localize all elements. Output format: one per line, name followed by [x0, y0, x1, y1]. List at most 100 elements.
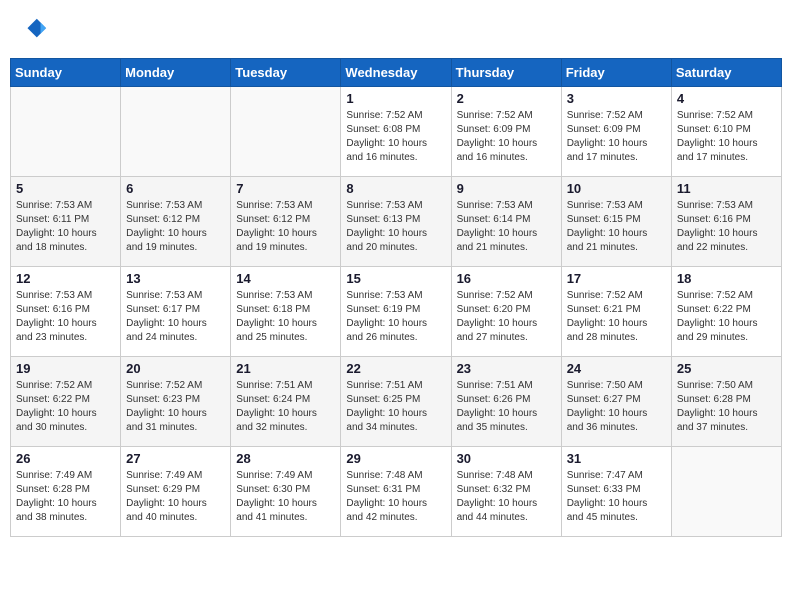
- day-number: 17: [567, 271, 666, 286]
- day-info: Sunrise: 7:53 AMSunset: 6:17 PMDaylight:…: [126, 289, 225, 345]
- day-cell-23: 23 Sunrise: 7:51 AMSunset: 6:26 PMDayligh…: [451, 357, 561, 447]
- day-info: Sunrise: 7:50 AMSunset: 6:27 PMDaylight:…: [567, 379, 666, 435]
- day-cell-25: 25 Sunrise: 7:50 AMSunset: 6:28 PMDayligh…: [671, 357, 781, 447]
- day-info: Sunrise: 7:53 AMSunset: 6:11 PMDaylight:…: [16, 199, 115, 255]
- day-number: 24: [567, 361, 666, 376]
- day-info: Sunrise: 7:52 AMSunset: 6:09 PMDaylight:…: [567, 109, 666, 165]
- day-cell-11: 11 Sunrise: 7:53 AMSunset: 6:16 PMDayligh…: [671, 177, 781, 267]
- day-number: 12: [16, 271, 115, 286]
- day-header-monday: Monday: [121, 59, 231, 87]
- day-number: 9: [457, 181, 556, 196]
- day-header-sunday: Sunday: [11, 59, 121, 87]
- day-info: Sunrise: 7:52 AMSunset: 6:20 PMDaylight:…: [457, 289, 556, 345]
- day-cell-20: 20Sunrise: 7:52 AMSunset: 6:23 PMDayligh…: [121, 357, 231, 447]
- day-cell-26: 26 Sunrise: 7:49 AMSunset: 6:28 PMDayligh…: [11, 447, 121, 537]
- day-number: 26: [16, 451, 115, 466]
- day-info: Sunrise: 7:51 AMSunset: 6:26 PMDaylight:…: [457, 379, 556, 435]
- day-cell-2: 2Sunrise: 7:52 AMSunset: 6:09 PMDaylight…: [451, 87, 561, 177]
- day-cell-19: 19 Sunrise: 7:52 AMSunset: 6:22 PMDayligh…: [11, 357, 121, 447]
- day-number: 16: [457, 271, 556, 286]
- day-number: 22: [346, 361, 445, 376]
- empty-cell: [231, 87, 341, 177]
- day-info: Sunrise: 7:53 AMSunset: 6:12 PMDaylight:…: [236, 199, 335, 255]
- day-cell-1: 1Sunrise: 7:52 AMSunset: 6:08 PMDaylight…: [341, 87, 451, 177]
- day-number: 28: [236, 451, 335, 466]
- day-info: Sunrise: 7:53 AMSunset: 6:18 PMDaylight:…: [236, 289, 335, 345]
- day-cell-18: 18 Sunrise: 7:52 AMSunset: 6:22 PMDayligh…: [671, 267, 781, 357]
- day-cell-8: 8 Sunrise: 7:53 AMSunset: 6:13 PMDaylight…: [341, 177, 451, 267]
- day-info: Sunrise: 7:52 AMSunset: 6:08 PMDaylight:…: [346, 109, 445, 165]
- day-info: Sunrise: 7:49 AMSunset: 6:30 PMDaylight:…: [236, 469, 335, 525]
- day-number: 14: [236, 271, 335, 286]
- day-number: 18: [677, 271, 776, 286]
- day-number: 29: [346, 451, 445, 466]
- day-header-thursday: Thursday: [451, 59, 561, 87]
- day-info: Sunrise: 7:53 AMSunset: 6:16 PMDaylight:…: [677, 199, 776, 255]
- day-number: 5: [16, 181, 115, 196]
- day-cell-5: 5 Sunrise: 7:53 AMSunset: 6:11 PMDaylight…: [11, 177, 121, 267]
- logo-icon: [20, 15, 48, 43]
- day-cell-21: 21Sunrise: 7:51 AMSunset: 6:24 PMDayligh…: [231, 357, 341, 447]
- day-info: Sunrise: 7:47 AMSunset: 6:33 PMDaylight:…: [567, 469, 666, 525]
- day-cell-9: 9 Sunrise: 7:53 AMSunset: 6:14 PMDaylight…: [451, 177, 561, 267]
- day-number: 27: [126, 451, 225, 466]
- week-row-3: 12 Sunrise: 7:53 AMSunset: 6:16 PMDayligh…: [11, 267, 782, 357]
- day-info: Sunrise: 7:50 AMSunset: 6:28 PMDaylight:…: [677, 379, 776, 435]
- day-number: 30: [457, 451, 556, 466]
- day-header-wednesday: Wednesday: [341, 59, 451, 87]
- day-cell-27: 27 Sunrise: 7:49 AMSunset: 6:29 PMDayligh…: [121, 447, 231, 537]
- day-info: Sunrise: 7:48 AMSunset: 6:32 PMDaylight:…: [457, 469, 556, 525]
- day-header-friday: Friday: [561, 59, 671, 87]
- day-info: Sunrise: 7:52 AMSunset: 6:21 PMDaylight:…: [567, 289, 666, 345]
- day-info: Sunrise: 7:53 AMSunset: 6:16 PMDaylight:…: [16, 289, 115, 345]
- day-cell-22: 22 Sunrise: 7:51 AMSunset: 6:25 PMDayligh…: [341, 357, 451, 447]
- day-info: Sunrise: 7:53 AMSunset: 6:13 PMDaylight:…: [346, 199, 445, 255]
- day-number: 23: [457, 361, 556, 376]
- day-number: 8: [346, 181, 445, 196]
- day-info: Sunrise: 7:52 AMSunset: 6:10 PMDaylight:…: [677, 109, 776, 165]
- day-info: Sunrise: 7:48 AMSunset: 6:31 PMDaylight:…: [346, 469, 445, 525]
- empty-cell: [121, 87, 231, 177]
- day-info: Sunrise: 7:52 AMSunset: 6:22 PMDaylight:…: [677, 289, 776, 345]
- day-cell-3: 3 Sunrise: 7:52 AMSunset: 6:09 PMDaylight…: [561, 87, 671, 177]
- day-info: Sunrise: 7:53 AMSunset: 6:15 PMDaylight:…: [567, 199, 666, 255]
- week-row-2: 5 Sunrise: 7:53 AMSunset: 6:11 PMDaylight…: [11, 177, 782, 267]
- day-cell-10: 10Sunrise: 7:53 AMSunset: 6:15 PMDayligh…: [561, 177, 671, 267]
- calendar-table: SundayMondayTuesdayWednesdayThursdayFrid…: [10, 58, 782, 537]
- day-number: 3: [567, 91, 666, 106]
- day-number: 19: [16, 361, 115, 376]
- day-cell-15: 15Sunrise: 7:53 AMSunset: 6:19 PMDayligh…: [341, 267, 451, 357]
- day-info: Sunrise: 7:52 AMSunset: 6:22 PMDaylight:…: [16, 379, 115, 435]
- day-number: 4: [677, 91, 776, 106]
- day-info: Sunrise: 7:53 AMSunset: 6:14 PMDaylight:…: [457, 199, 556, 255]
- day-info: Sunrise: 7:49 AMSunset: 6:29 PMDaylight:…: [126, 469, 225, 525]
- day-number: 20: [126, 361, 225, 376]
- day-cell-28: 28 Sunrise: 7:49 AMSunset: 6:30 PMDayligh…: [231, 447, 341, 537]
- day-cell-17: 17 Sunrise: 7:52 AMSunset: 6:21 PMDayligh…: [561, 267, 671, 357]
- week-row-5: 26 Sunrise: 7:49 AMSunset: 6:28 PMDayligh…: [11, 447, 782, 537]
- day-cell-14: 14 Sunrise: 7:53 AMSunset: 6:18 PMDayligh…: [231, 267, 341, 357]
- day-info: Sunrise: 7:51 AMSunset: 6:24 PMDaylight:…: [236, 379, 335, 435]
- day-number: 31: [567, 451, 666, 466]
- day-header-tuesday: Tuesday: [231, 59, 341, 87]
- day-info: Sunrise: 7:52 AMSunset: 6:09 PMDaylight:…: [457, 109, 556, 165]
- day-info: Sunrise: 7:51 AMSunset: 6:25 PMDaylight:…: [346, 379, 445, 435]
- day-header-saturday: Saturday: [671, 59, 781, 87]
- day-number: 25: [677, 361, 776, 376]
- day-number: 6: [126, 181, 225, 196]
- day-cell-24: 24 Sunrise: 7:50 AMSunset: 6:27 PMDayligh…: [561, 357, 671, 447]
- empty-cell: [11, 87, 121, 177]
- day-cell-4: 4 Sunrise: 7:52 AMSunset: 6:10 PMDaylight…: [671, 87, 781, 177]
- day-cell-13: 13 Sunrise: 7:53 AMSunset: 6:17 PMDayligh…: [121, 267, 231, 357]
- day-number: 7: [236, 181, 335, 196]
- week-row-4: 19 Sunrise: 7:52 AMSunset: 6:22 PMDayligh…: [11, 357, 782, 447]
- days-header-row: SundayMondayTuesdayWednesdayThursdayFrid…: [11, 59, 782, 87]
- day-number: 11: [677, 181, 776, 196]
- page-header: [10, 10, 782, 48]
- day-cell-12: 12 Sunrise: 7:53 AMSunset: 6:16 PMDayligh…: [11, 267, 121, 357]
- day-cell-6: 6 Sunrise: 7:53 AMSunset: 6:12 PMDaylight…: [121, 177, 231, 267]
- day-number: 13: [126, 271, 225, 286]
- day-info: Sunrise: 7:49 AMSunset: 6:28 PMDaylight:…: [16, 469, 115, 525]
- day-info: Sunrise: 7:53 AMSunset: 6:12 PMDaylight:…: [126, 199, 225, 255]
- day-number: 15: [346, 271, 445, 286]
